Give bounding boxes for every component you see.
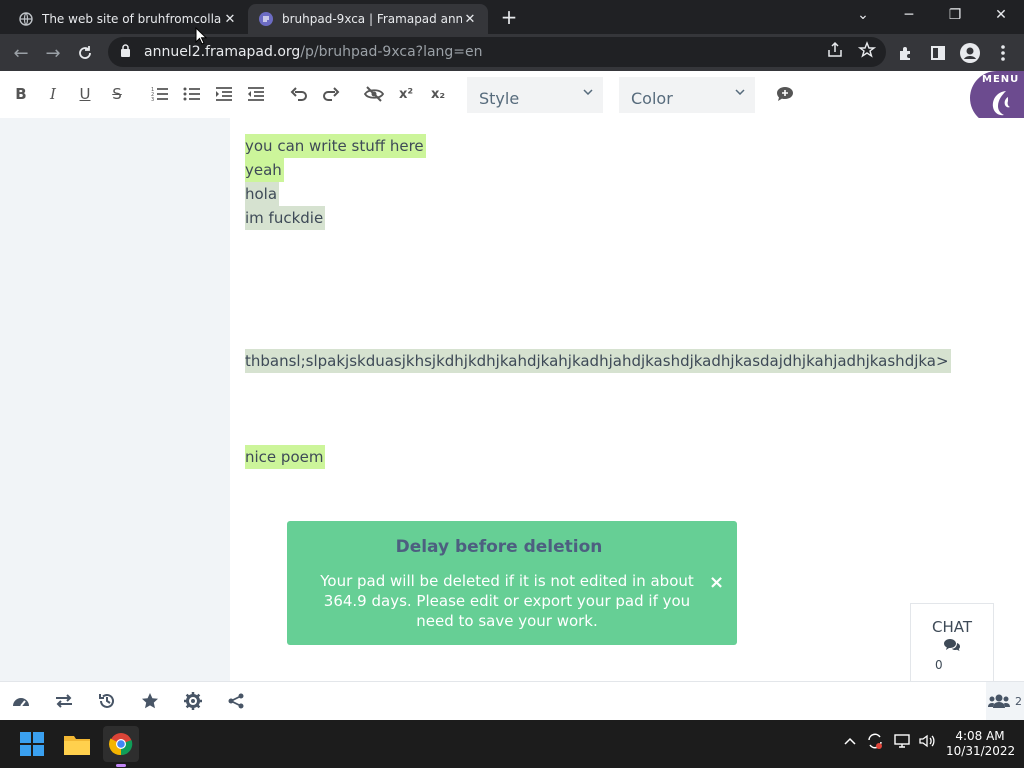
- reload-button[interactable]: [72, 40, 98, 66]
- lock-icon: [120, 43, 134, 61]
- chrome-taskbar-icon[interactable]: [103, 726, 139, 767]
- clock-time: 4:08 AM: [955, 729, 1005, 743]
- globe-icon: [18, 11, 34, 27]
- history-icon[interactable]: [96, 690, 118, 712]
- system-clock[interactable]: 4:08 AM 10/31/2022: [946, 729, 1016, 759]
- tab-search-icon[interactable]: ⌄: [840, 0, 886, 30]
- color-select-label: Color: [631, 89, 673, 108]
- chat-button[interactable]: CHAT 0: [910, 603, 994, 681]
- style-select[interactable]: Style: [467, 77, 603, 113]
- svg-text:3: 3: [151, 97, 154, 102]
- unordered-list-icon[interactable]: [181, 83, 203, 105]
- pad-line[interactable]: im fuckdie: [245, 206, 326, 230]
- users-group-icon: [988, 694, 1010, 708]
- deletion-notice: Delay before deletion Your pad will be d…: [287, 521, 737, 645]
- underline-icon[interactable]: U: [74, 83, 96, 105]
- hide-authorship-eye-slash-icon[interactable]: [363, 83, 385, 105]
- star-icon[interactable]: [139, 690, 161, 712]
- file-explorer-icon[interactable]: [59, 726, 95, 762]
- share-nodes-icon[interactable]: [225, 690, 247, 712]
- pad-line[interactable]: nice poem: [245, 445, 326, 469]
- users-button[interactable]: 2: [986, 682, 1024, 721]
- chat-unread-count: 0: [935, 658, 943, 672]
- browser-tab-bruhpad[interactable]: bruhpad-9xca | Framapad annuel ✕: [248, 4, 488, 34]
- active-app-indicator: [116, 764, 126, 767]
- tab-title: The web site of bruhfromcollabvm: [42, 12, 222, 26]
- color-select[interactable]: Color: [619, 77, 755, 113]
- forward-button[interactable]: →: [40, 40, 66, 66]
- bold-icon[interactable]: B: [10, 83, 32, 105]
- editor-toolbar: B I U S 123 x² x₂ Style Color: [0, 71, 1024, 117]
- close-icon[interactable]: ×: [709, 572, 724, 593]
- windows-taskbar: 4:08 AM 10/31/2022: [0, 720, 1024, 768]
- settings-gear-icon[interactable]: [182, 690, 204, 712]
- subscript-icon[interactable]: x₂: [427, 83, 449, 105]
- document-icon: [258, 11, 274, 27]
- chat-bubbles-icon: [944, 639, 960, 651]
- window-controls: ⌄ ─ ❐ ✕: [840, 0, 1024, 30]
- notice-body: Your pad will be deleted if it is not ed…: [320, 572, 694, 630]
- address-bar[interactable]: annuel2.framapad.org/p/bruhpad-9xca?lang…: [108, 37, 886, 67]
- clock-date: 10/31/2022: [946, 744, 1016, 758]
- pad-line[interactable]: you can write stuff here: [245, 134, 426, 158]
- sync-icon[interactable]: [866, 732, 884, 754]
- chevron-down-icon: [583, 89, 593, 95]
- share-icon[interactable]: [826, 41, 844, 63]
- profile-avatar-icon[interactable]: [959, 42, 981, 64]
- tab-close-icon[interactable]: ✕: [222, 12, 238, 27]
- back-button[interactable]: ←: [8, 40, 34, 66]
- url-path: /p/bruhpad-9xca?lang=en: [300, 44, 483, 60]
- mouse-cursor-icon: [195, 27, 207, 45]
- framasoft-menu-button[interactable]: MENU: [970, 71, 1024, 125]
- dashboard-gauge-icon[interactable]: [10, 690, 32, 712]
- browser-tab-bruhfromcollabvm[interactable]: The web site of bruhfromcollabvm ✕: [8, 4, 248, 34]
- pad-bottom-bar: 2: [0, 681, 1024, 721]
- style-select-label: Style: [479, 89, 520, 108]
- pad-line[interactable]: yeah: [245, 158, 284, 182]
- undo-icon[interactable]: [288, 83, 310, 105]
- strikethrough-icon[interactable]: S: [106, 83, 128, 105]
- pad-sidebar: [0, 118, 230, 681]
- pad-line[interactable]: thbansl;slpakjskduasjkhsjkdhjkdhjkahdjka…: [245, 349, 951, 373]
- tab-close-icon[interactable]: ✕: [462, 12, 478, 27]
- browser-toolbar: ← → annuel2.framapad.org/p/bruhpad-9xca?…: [0, 34, 1024, 71]
- menu-label: MENU: [982, 74, 1020, 85]
- restore-button[interactable]: ❐: [932, 0, 978, 30]
- minimize-button[interactable]: ─: [886, 0, 932, 30]
- pad-line[interactable]: hola: [245, 182, 280, 206]
- users-count: 2: [1015, 695, 1022, 708]
- superscript-icon[interactable]: x²: [395, 83, 417, 105]
- chevron-down-icon: [735, 89, 745, 95]
- extensions-icon[interactable]: [895, 42, 917, 64]
- framasoft-logo-icon: [992, 91, 1010, 116]
- ordered-list-icon[interactable]: 123: [149, 83, 171, 105]
- outdent-icon[interactable]: [245, 83, 267, 105]
- import-export-icon[interactable]: [53, 690, 75, 712]
- url-host: annuel2.framapad.org: [144, 44, 301, 60]
- browser-menu-icon[interactable]: [992, 42, 1014, 64]
- tab-title: bruhpad-9xca | Framapad annuel: [282, 12, 462, 26]
- italic-icon[interactable]: I: [42, 83, 64, 105]
- close-window-button[interactable]: ✕: [978, 0, 1024, 30]
- chat-label: CHAT: [931, 618, 972, 636]
- notice-title: Delay before deletion: [395, 537, 603, 557]
- redo-icon[interactable]: [320, 83, 342, 105]
- volume-icon[interactable]: [918, 732, 936, 754]
- browser-tab-strip: The web site of bruhfromcollabvm ✕ bruhp…: [0, 0, 1024, 34]
- side-panel-icon[interactable]: [927, 42, 949, 64]
- network-icon[interactable]: [893, 732, 911, 754]
- windows-start-icon[interactable]: [14, 726, 50, 762]
- new-tab-button[interactable]: +: [496, 6, 522, 30]
- bookmark-star-icon[interactable]: [857, 41, 877, 63]
- chevron-up-icon[interactable]: [844, 734, 856, 749]
- add-comment-icon[interactable]: [774, 83, 796, 105]
- indent-icon[interactable]: [213, 83, 235, 105]
